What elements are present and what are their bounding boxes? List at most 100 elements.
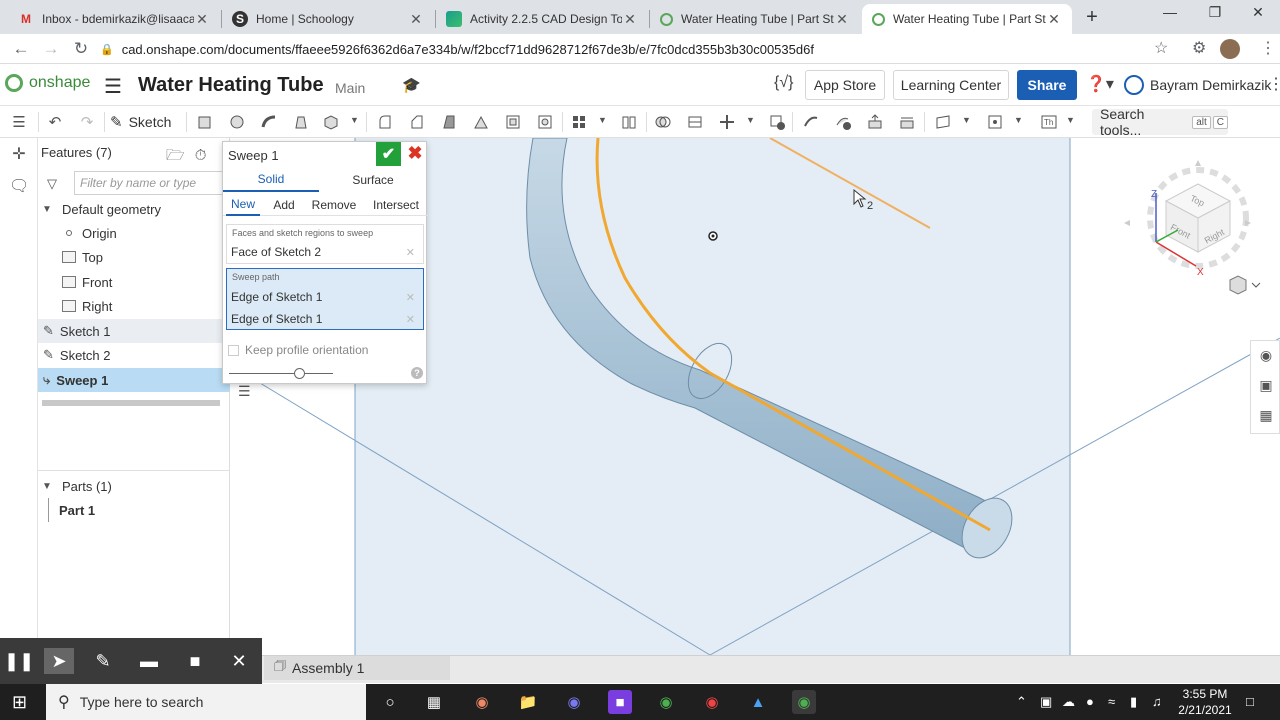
selection-item[interactable]: Face of Sketch 2 ✕: [231, 242, 419, 262]
learning-center-button[interactable]: Learning Center: [893, 70, 1009, 100]
tree-item-sweep-1[interactable]: ⤷ Sweep 1: [38, 368, 230, 392]
chevron-down-icon[interactable]: ▼: [42, 204, 54, 215]
maximize-icon[interactable]: ❐: [1203, 4, 1227, 21]
chevron-down-icon[interactable]: ▼: [1014, 115, 1023, 125]
tray-app-icon[interactable]: ▣: [1040, 694, 1052, 710]
replace-face-icon[interactable]: [896, 111, 918, 133]
cortana-icon[interactable]: ○: [378, 690, 402, 714]
profile-avatar[interactable]: [1220, 39, 1240, 59]
highlighter-icon[interactable]: ▬: [134, 648, 164, 674]
sketch-button[interactable]: ✎ Sketch: [110, 111, 171, 133]
close-icon[interactable]: ✕: [408, 11, 424, 28]
browser-tab-schoology[interactable]: S Home | Schoology ✕: [222, 4, 434, 34]
reload-icon[interactable]: ↻: [70, 39, 92, 59]
modify-fillet-icon[interactable]: [800, 111, 822, 133]
chrome-icon[interactable]: ◉: [654, 690, 678, 714]
confirm-checkmark-button[interactable]: ✔: [376, 142, 401, 166]
mirror-icon[interactable]: [618, 111, 640, 133]
boolean-icon[interactable]: [652, 111, 674, 133]
more-icon[interactable]: ⋮: [1268, 74, 1280, 94]
add-folder-icon[interactable]: 🗁: [166, 147, 185, 164]
education-cap-icon[interactable]: 🎓: [402, 76, 421, 94]
tab-surface[interactable]: Surface: [323, 168, 423, 192]
notifications-icon[interactable]: □: [1246, 694, 1254, 709]
onshape-logo[interactable]: onshape: [5, 74, 90, 92]
shell-icon[interactable]: [502, 111, 524, 133]
minimize-icon[interactable]: —: [1158, 4, 1182, 20]
url-field[interactable]: 🔒 cad.onshape.com/documents/ffaeee5926f6…: [100, 37, 1180, 61]
configurations-icon[interactable]: ✛: [9, 144, 29, 164]
wifi-icon[interactable]: ≈: [1108, 694, 1115, 709]
app-icon[interactable]: ◉: [700, 690, 724, 714]
split-icon[interactable]: [684, 111, 706, 133]
close-icon[interactable]: ✕: [622, 11, 638, 28]
mic-icon[interactable]: ●: [1086, 694, 1094, 709]
filter-input[interactable]: Filter by name or type: [74, 171, 224, 195]
revolve-icon[interactable]: [226, 111, 248, 133]
help-icon[interactable]: ❓▾: [1086, 74, 1114, 94]
task-view-icon[interactable]: ▦: [422, 690, 446, 714]
chevron-down-icon[interactable]: ▼: [1066, 115, 1075, 125]
checkbox-box[interactable]: [228, 344, 239, 356]
delete-face-icon[interactable]: [832, 111, 854, 133]
keep-profile-orientation-checkbox[interactable]: Keep profile orientation: [228, 343, 368, 357]
op-new[interactable]: New: [226, 194, 260, 216]
eclipse-icon[interactable]: ◉: [562, 690, 586, 714]
file-explorer-icon[interactable]: 📁: [516, 690, 540, 714]
chevron-down-icon[interactable]: ▼: [598, 115, 607, 125]
undo-icon[interactable]: ↶: [44, 111, 66, 133]
filter-icon[interactable]: ▽: [47, 176, 57, 192]
rollback-timer-icon[interactable]: ⏱: [195, 147, 207, 164]
help-question-icon[interactable]: ?: [411, 367, 423, 379]
browser-tab-gmail[interactable]: M Inbox - bdemirkazik@lisaacad ✕: [8, 4, 220, 34]
view-options-icon[interactable]: [1229, 275, 1261, 295]
remove-x-icon[interactable]: ✕: [406, 246, 415, 259]
remove-x-icon[interactable]: ✕: [406, 313, 415, 326]
tray-chevron-icon[interactable]: ⌃: [1016, 694, 1027, 710]
share-button[interactable]: Share: [1017, 70, 1077, 100]
comments-icon[interactable]: 🗨: [9, 176, 29, 196]
browser-tab-onshape-active[interactable]: Water Heating Tube | Part Stud ✕: [862, 4, 1072, 34]
browser-tab-activity[interactable]: Activity 2.2.5 CAD Design Tool ✕: [436, 4, 648, 34]
tree-item-front[interactable]: Front: [38, 270, 230, 294]
selection-item[interactable]: Edge of Sketch 1 ✕: [231, 309, 419, 329]
rollback-slider-handle[interactable]: [294, 368, 305, 379]
document-title[interactable]: Water Heating Tube: [138, 74, 324, 97]
tab-solid[interactable]: Solid: [223, 168, 319, 192]
parts-group[interactable]: ▼ Parts (1): [38, 474, 230, 498]
intellij-icon[interactable]: ■: [608, 690, 632, 714]
app-store-button[interactable]: App Store: [805, 70, 885, 100]
mass-properties-icon[interactable]: ▣: [1256, 377, 1276, 397]
part-item-part-1[interactable]: Part 1: [38, 498, 230, 522]
sweep-path-selection-box[interactable]: Sweep path Edge of Sketch 1 ✕ Edge of Sk…: [226, 268, 424, 330]
thicken-icon[interactable]: [320, 111, 342, 133]
close-window-icon[interactable]: ✕: [1246, 4, 1270, 21]
faces-selection-box[interactable]: Faces and sketch regions to sweep Face o…: [226, 224, 424, 264]
chevron-down-icon[interactable]: ▼: [350, 115, 359, 125]
hamburger-menu-icon[interactable]: ☰: [104, 74, 122, 99]
taskbar-clock[interactable]: 3:55 PM 2/21/2021: [1172, 686, 1238, 718]
move-face-icon[interactable]: [864, 111, 886, 133]
mate-connector-icon[interactable]: [984, 111, 1006, 133]
linear-pattern-icon[interactable]: [568, 111, 590, 133]
transform-icon[interactable]: [716, 111, 738, 133]
browser-tab-onshape-1[interactable]: Water Heating Tube | Part Stud ✕: [650, 4, 860, 34]
list-view-icon[interactable]: ☰: [238, 383, 251, 400]
remove-x-icon[interactable]: ✕: [406, 291, 415, 304]
redo-icon[interactable]: ↷: [76, 111, 98, 133]
browser-menu-icon[interactable]: ⋮: [1260, 38, 1276, 58]
text-icon[interactable]: Th: [1038, 111, 1060, 133]
op-remove[interactable]: Remove: [309, 194, 359, 216]
tree-item-top[interactable]: Top: [38, 245, 230, 269]
rollback-bar[interactable]: [42, 400, 220, 406]
chevron-down-icon[interactable]: ▼: [42, 481, 54, 492]
onedrive-icon[interactable]: ☁: [1062, 694, 1075, 710]
battery-icon[interactable]: ▮: [1130, 694, 1137, 710]
new-tab-button[interactable]: +: [1082, 6, 1102, 29]
extensions-icon[interactable]: ⚙: [1192, 38, 1206, 58]
cancel-x-button[interactable]: ✖: [405, 143, 425, 165]
close-icon[interactable]: ✕: [194, 11, 210, 28]
plane-icon[interactable]: [932, 111, 954, 133]
close-icon[interactable]: ✕: [224, 648, 254, 674]
measure-icon[interactable]: ▦: [1256, 407, 1276, 427]
